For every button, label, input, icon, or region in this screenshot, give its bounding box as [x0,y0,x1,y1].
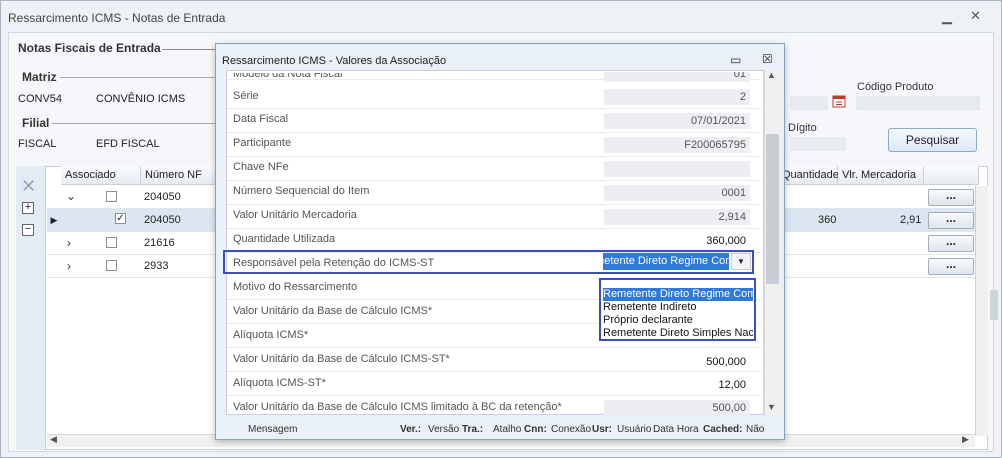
codigo-produto-input[interactable] [856,96,980,110]
dropdown-option[interactable]: Remetente Direto Simples Nacional [603,327,753,340]
codigo-produto-label: Código Produto [857,81,934,93]
vlr-mercadoria-cell: 2,91 [900,214,922,226]
associado-checkbox[interactable]: ✓ [115,213,126,224]
column-header-quantidade[interactable]: Quantidade [778,166,839,185]
chevron-down-icon[interactable]: ⌄ [66,189,76,203]
collapse-all-icon[interactable]: − [22,224,34,236]
field-label: Valor Unitário Mercadoria [233,209,357,221]
matriz-code: CONV54 [18,93,63,105]
divider [52,123,220,124]
nf-number: 204050 [144,191,181,203]
field-label: Valor Unitário da Base de Cálculo ICMS l… [233,401,562,413]
filial-code: FISCAL [18,138,57,150]
nf-number: 204050 [144,214,181,226]
chevron-right-icon[interactable]: › [67,259,71,273]
status-cnn-value: Conexão [551,424,592,435]
field-value[interactable]: 12,00 [604,377,750,393]
field-value: 0001 [604,185,750,201]
expand-all-icon[interactable]: + [22,202,34,214]
status-cnn-label: Cnn: [524,424,547,435]
field-label: Alíquota ICMS-ST* [233,377,326,389]
field-value [604,161,750,177]
field-value: 2,914 [604,209,750,225]
row-action-button[interactable]: ... [928,189,974,206]
row-action-button[interactable]: ... [928,212,974,229]
field-value: 500,00 [604,400,750,416]
field-label: Valor Unitário da Base de Cálculo ICMS* [233,305,433,317]
dialog-title: Ressarcimento ICMS - Valores da Associaç… [222,55,447,67]
field-label: Responsável pela Retenção do ICMS-ST [233,257,435,269]
associado-checkbox[interactable] [106,237,117,248]
scroll-left-icon[interactable]: ◀ [50,434,57,445]
grid-vertical-scrollbar[interactable] [975,186,988,436]
scroll-down-icon[interactable]: ▼ [767,402,776,412]
status-cached-value: Não [746,424,765,435]
dropdown-option[interactable]: Remetente Indireto [603,301,753,314]
field-value: 2 [604,89,750,105]
divider [60,77,220,78]
minimize-icon[interactable]: ▁ [942,9,952,25]
field-label: Valor Unitário da Base de Cálculo ICMS-S… [233,353,450,365]
quantidade-cell: 360 [818,214,837,226]
field-label: Motivo do Ressarcimento [233,281,358,293]
row-action-button[interactable]: ... [928,235,974,252]
field-label: Quantidade Utilizada [233,233,336,245]
divider [162,49,222,50]
status-tra-label: Tra.: [462,424,484,435]
column-header-actions [924,166,979,185]
scroll-up-icon[interactable]: ▲ [767,70,776,80]
column-header-associado[interactable]: Associado [61,166,141,185]
dropdown-option[interactable]: Remetente Direto Regime Comum [603,288,753,301]
minimize-icon[interactable]: ▭ [730,53,741,67]
column-header-numero-nf[interactable]: Número NF [141,166,221,185]
status-data-hora: Data Hora [653,424,699,435]
group-title: Notas Fiscais de Entrada [18,41,161,55]
chevron-right-icon[interactable]: › [67,236,71,250]
status-ver-label: Ver.: [400,424,422,435]
status-ver-value: Versão [428,424,460,435]
field-value: F200065795 [604,137,750,153]
associado-checkbox[interactable] [106,191,117,202]
close-icon[interactable]: ☒ [762,52,773,66]
dropdown-arrow-icon[interactable]: ▼ [731,253,751,270]
date-input[interactable] [790,96,828,110]
scroll-right-icon[interactable]: ▶ [962,434,969,445]
nf-number: 21616 [144,237,175,249]
calendar-icon[interactable] [832,94,846,108]
field-label: Série [233,90,259,102]
field-label: Participante [233,137,292,149]
row-action-button[interactable]: ... [928,258,974,275]
field-label: Número Sequencial do Item [233,185,370,197]
selected-value: Remetente Direto Regime Comum [603,255,729,267]
responsavel-retencao-select[interactable]: Remetente Direto Regime Comum [603,253,729,270]
filial-label: Filial [22,116,50,130]
field-value: 07/01/2021 [604,113,750,129]
field-label: Data Fiscal [233,113,289,125]
status-mensagem: Mensagem [248,424,298,435]
digito-input[interactable] [790,137,846,151]
status-usr-label: Usr: [592,424,613,435]
filial-name: EFD FISCAL [96,138,160,150]
field-label: Alíquota ICMS* [233,329,309,341]
field-value[interactable]: 360,000 [604,233,750,249]
matriz-name: CONVÊNIO ICMS [96,93,186,105]
scroll-thumb[interactable] [766,134,779,284]
window-title: Ressarcimento ICMS - Notas de Entrada [8,11,226,25]
field-value[interactable]: 500,000 [604,354,750,370]
dropdown-option[interactable]: Próprio declarante [603,314,753,327]
close-icon[interactable]: ✕ [970,8,981,24]
associado-checkbox[interactable] [106,260,117,271]
row-indicator-icon: ▶ [50,215,58,225]
status-tra-value: Atalho [493,424,522,435]
digito-label: Dígito [788,122,817,134]
status-cached-label: Cached: [703,424,743,435]
nf-number: 2933 [144,260,169,272]
field-label: Chave NFe [233,161,289,173]
delete-icon[interactable]: ✕ [21,176,36,197]
window-scroll-thumb[interactable] [990,290,998,320]
pesquisar-button[interactable]: Pesquisar [888,128,977,152]
column-header-vlr-mercadoria[interactable]: Vlr. Mercadoria [838,166,924,185]
matriz-label: Matriz [22,70,57,84]
status-usr-value: Usuário [617,424,652,435]
